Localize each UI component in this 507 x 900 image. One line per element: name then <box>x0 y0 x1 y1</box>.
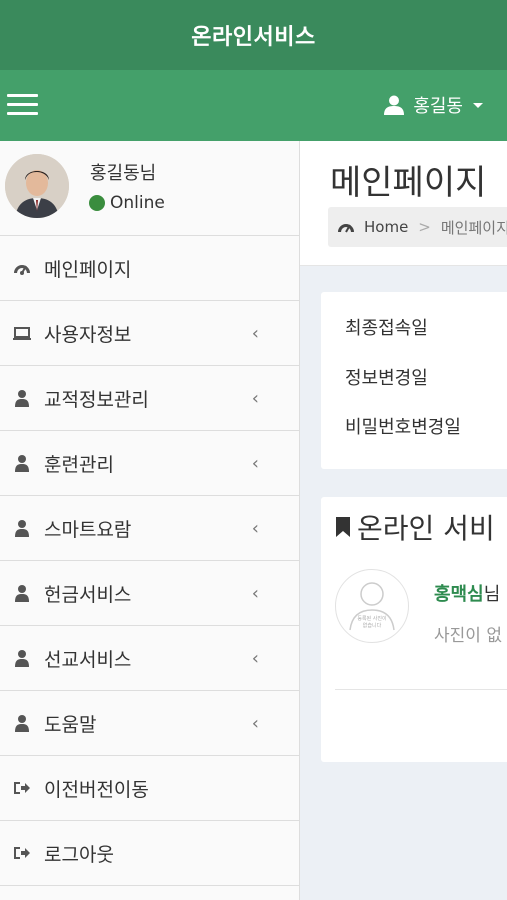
sidebar-item-logout[interactable]: 로그아웃 <box>0 821 299 886</box>
chevron-left-icon: ‹ <box>251 582 259 604</box>
chevron-left-icon: ‹ <box>251 322 259 344</box>
status-dot-icon <box>89 195 105 211</box>
sign-out-icon <box>14 847 30 859</box>
member-name-text: 홍맥심 <box>434 584 484 605</box>
chevron-left-icon: ‹ <box>251 517 259 539</box>
menu-toggle-icon[interactable] <box>7 94 38 116</box>
member-name-suffix: 님 <box>483 584 501 605</box>
service-box-title: 온라인 서비 <box>335 507 495 547</box>
content-header: 메인페이지 Home > 메인페이지 <box>300 141 507 266</box>
laptop-icon <box>13 327 31 340</box>
dashboard-icon <box>14 265 30 275</box>
chevron-left-icon: ‹ <box>251 387 259 409</box>
user-icon <box>15 520 29 537</box>
sidebar-item-offering[interactable]: 헌금서비스 ‹ <box>0 561 299 626</box>
password-changed-label: 비밀번호변경일 <box>345 417 461 438</box>
breadcrumb: Home > 메인페이지 <box>328 207 507 247</box>
sidebar-item-church-records[interactable]: 교적정보관리 ‹ <box>0 366 299 431</box>
user-icon <box>15 455 29 472</box>
online-service-box: 온라인 서비 등록된 사진이 없습니다 홍맥심님 사진이 없 <box>321 497 507 762</box>
app-title: 온라인서비스 <box>191 25 316 50</box>
user-icon <box>384 95 405 115</box>
divider <box>335 689 507 690</box>
breadcrumb-current: 메인페이지 <box>440 218 507 237</box>
user-icon <box>15 390 29 407</box>
sidebar-item-label: 사용자정보 <box>44 323 132 346</box>
user-menu-name: 홍길동 <box>413 96 463 117</box>
last-login-label: 최종접속일 <box>345 318 428 339</box>
app-title-bar: 온라인서비스 <box>0 0 507 70</box>
chevron-left-icon: ‹ <box>251 452 259 474</box>
status-badge: Online <box>89 193 165 213</box>
info-changed-label: 정보변경일 <box>345 368 428 389</box>
caret-down-icon <box>473 102 483 108</box>
photo-caption-line2: 없습니다 <box>363 622 382 629</box>
breadcrumb-separator: > <box>418 218 431 236</box>
dashboard-icon <box>338 224 354 233</box>
sidebar: 홍길동님 Online 메인페이지 사용자정보 ‹ 교적정보관리 ‹ 훈련관리 … <box>0 141 300 900</box>
photo-caption-line1: 등록된 사진이 <box>357 615 386 622</box>
account-info-box: 최종접속일 정보변경일 비밀번호변경일 <box>321 292 507 469</box>
sidebar-item-main-page[interactable]: 메인페이지 <box>0 236 299 301</box>
sidebar-item-label: 교적정보관리 <box>44 388 149 411</box>
sidebar-item-mission[interactable]: 선교서비스 ‹ <box>0 626 299 691</box>
sidebar-item-training[interactable]: 훈련관리 ‹ <box>0 431 299 496</box>
sidebar-item-label: 스마트요람 <box>44 518 132 541</box>
sidebar-item-label: 이전버전이동 <box>44 778 149 801</box>
sidebar-item-label: 헌금서비스 <box>44 583 132 606</box>
service-title-text: 온라인 서비 <box>357 512 495 545</box>
sidebar-item-label: 훈련관리 <box>44 453 114 476</box>
sidebar-item-user-info[interactable]: 사용자정보 ‹ <box>0 301 299 366</box>
user-menu-dropdown[interactable]: 홍길동 <box>383 92 483 118</box>
sidebar-item-smart-directory[interactable]: 스마트요람 ‹ <box>0 496 299 561</box>
member-photo-note: 사진이 없 <box>434 626 502 646</box>
chevron-left-icon: ‹ <box>251 712 259 734</box>
sidebar-item-label: 메인페이지 <box>44 258 132 281</box>
breadcrumb-home-link[interactable]: Home <box>364 218 408 236</box>
main-content: 메인페이지 Home > 메인페이지 최종접속일 정보변경일 비밀번호변경일 온… <box>300 141 507 900</box>
avatar <box>5 154 69 218</box>
sidebar-item-label: 로그아웃 <box>44 843 114 866</box>
top-navbar: 홍길동 <box>0 70 507 141</box>
chevron-left-icon: ‹ <box>251 647 259 669</box>
sign-out-icon <box>14 782 30 794</box>
sidebar-item-help[interactable]: 도움말 ‹ <box>0 691 299 756</box>
profile-name: 홍길동님 <box>90 163 157 184</box>
page-title: 메인페이지 <box>330 163 487 203</box>
member-photo-placeholder: 등록된 사진이 없습니다 <box>335 569 409 643</box>
status-text: Online <box>110 193 165 213</box>
user-icon <box>15 715 29 732</box>
user-panel: 홍길동님 Online <box>0 141 299 236</box>
sidebar-item-label: 선교서비스 <box>44 648 132 671</box>
user-icon <box>15 650 29 667</box>
sidebar-item-previous-version[interactable]: 이전버전이동 <box>0 756 299 821</box>
member-name[interactable]: 홍맥심님 <box>434 580 500 606</box>
sidebar-item-label: 도움말 <box>44 713 97 736</box>
user-icon <box>15 585 29 602</box>
bookmark-icon <box>336 517 350 537</box>
